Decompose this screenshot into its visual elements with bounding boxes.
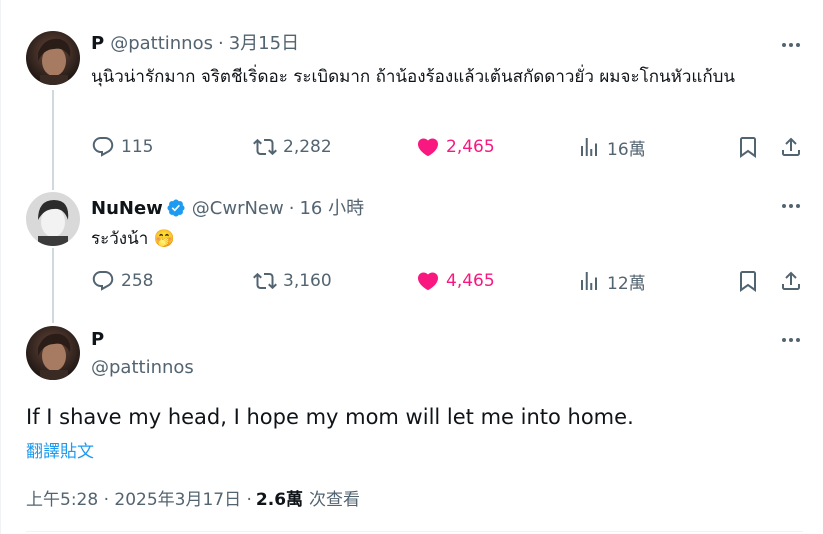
action-bar: 115 2,282 2,465 16萬: [91, 133, 806, 161]
handle[interactable]: @CwrNew: [192, 197, 284, 221]
timestamp[interactable]: 3月15日: [229, 32, 299, 56]
share-icon: [782, 137, 800, 156]
tweet-header: NuNew @CwrNew · 16 小時: [91, 194, 364, 221]
separator: ·: [288, 198, 295, 219]
separator: ·: [217, 33, 224, 54]
avatar[interactable]: [26, 326, 80, 380]
views-button[interactable]: 12萬: [577, 267, 646, 295]
reply-count: 115: [121, 137, 154, 157]
verified-icon: [167, 199, 185, 217]
main-tweet: P @pattinnos If I shave my head, I hope …: [0, 320, 823, 534]
display-name[interactable]: P: [91, 32, 104, 56]
tweet-text: If I shave my head, I hope my mom will l…: [26, 405, 634, 429]
divider: [26, 531, 803, 532]
share-icon: [782, 271, 800, 290]
views-button[interactable]: 16萬: [577, 133, 646, 161]
timestamp[interactable]: 16 小時: [299, 197, 364, 221]
more-icon[interactable]: [779, 194, 803, 218]
tweet-text: นุนิวน่ารักมาก จริตชีเริ่ดอะ ระเบิดมาก ถ…: [91, 67, 736, 87]
display-name[interactable]: NuNew: [91, 197, 163, 221]
tweet-header: P @pattinnos · 3月15日: [91, 32, 299, 56]
translate-link[interactable]: 翻譯貼文: [26, 437, 94, 462]
avatar[interactable]: [26, 192, 80, 246]
timestamp[interactable]: 上午5:28 · 2025年3月17日 ·: [26, 485, 252, 510]
reply-icon: [92, 137, 114, 157]
like-count: 4,465: [446, 271, 495, 291]
heart-icon: [417, 138, 439, 157]
tweet-header: P: [91, 328, 104, 352]
tweet-text-content: ระวังน้า: [91, 229, 149, 249]
like-button[interactable]: 4,465: [416, 267, 495, 295]
views-count: 12萬: [607, 273, 646, 294]
handle-row: @pattinnos: [91, 356, 194, 380]
tweet-2[interactable]: NuNew @CwrNew · 16 小時 ระวังน้า 🤭 258 3,1…: [0, 190, 823, 320]
tweet-1[interactable]: P @pattinnos · 3月15日 นุนิวน่ารักมาก จริต…: [0, 0, 823, 190]
action-bar: 258 3,160 4,465 12萬: [91, 267, 806, 295]
heart-icon: [417, 272, 439, 291]
like-count: 2,465: [446, 137, 495, 157]
reply-icon: [92, 271, 114, 291]
share-button[interactable]: [779, 133, 803, 161]
display-name[interactable]: P: [91, 328, 104, 352]
views-icon: [581, 272, 597, 290]
views-count: 2.6萬: [255, 490, 304, 510]
more-icon[interactable]: [779, 33, 803, 57]
retweet-icon: [253, 272, 277, 290]
handle[interactable]: @pattinnos: [91, 356, 194, 380]
reply-count: 258: [121, 271, 154, 291]
retweet-button[interactable]: 2,282: [253, 133, 332, 161]
like-button[interactable]: 2,465: [416, 133, 495, 161]
emoji: 🤭: [153, 229, 175, 249]
retweet-icon: [253, 138, 277, 156]
retweet-button[interactable]: 3,160: [253, 267, 332, 295]
bookmark-icon: [740, 137, 756, 158]
tweet-text: ระวังน้า 🤭: [91, 225, 781, 254]
bookmark-button[interactable]: [736, 267, 760, 295]
tweet-thread: P @pattinnos · 3月15日 นุนิวน่ารักมาก จริต…: [0, 0, 823, 534]
bookmark-icon: [740, 271, 756, 292]
retweet-count: 2,282: [283, 137, 332, 157]
retweet-count: 3,160: [283, 271, 332, 291]
reply-button[interactable]: 115: [91, 133, 153, 161]
share-button[interactable]: [779, 267, 803, 295]
views-label: 次查看: [309, 490, 361, 510]
views-count: 16萬: [607, 139, 646, 160]
avatar[interactable]: [26, 31, 80, 85]
tweet-meta: 上午5:28 · 2025年3月17日 · 2.6萬 次查看: [26, 485, 360, 510]
bookmark-button[interactable]: [736, 133, 760, 161]
reply-button[interactable]: 258: [91, 267, 153, 295]
handle[interactable]: @pattinnos: [110, 32, 213, 56]
more-icon[interactable]: [779, 328, 803, 352]
views-icon: [581, 138, 597, 156]
